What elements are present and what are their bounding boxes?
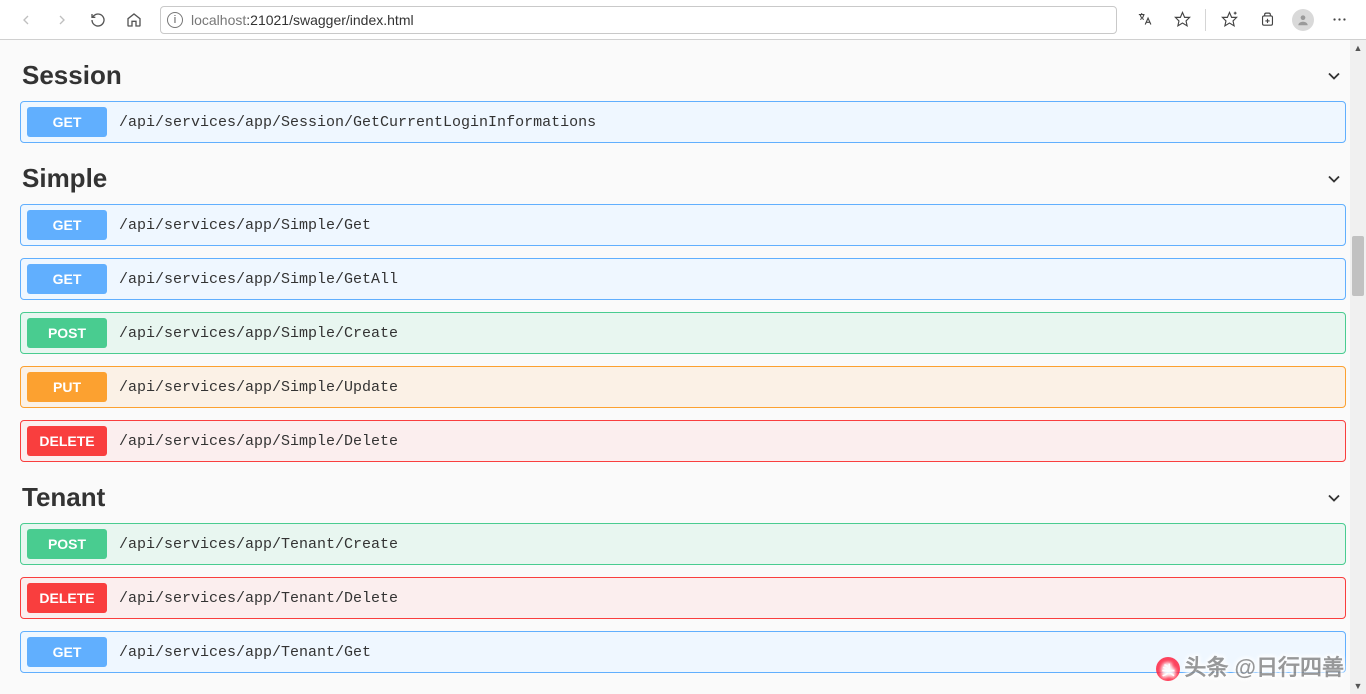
method-badge-post: POST (27, 529, 107, 559)
method-badge-delete: DELETE (27, 426, 107, 456)
method-badge-get: GET (27, 264, 107, 294)
operation-row[interactable]: GET/api/services/app/Simple/Get (20, 204, 1346, 246)
method-badge-post: POST (27, 318, 107, 348)
method-badge-get: GET (27, 107, 107, 137)
home-button[interactable] (120, 6, 148, 34)
operation-row[interactable]: GET/api/services/app/Tenant/Get (20, 631, 1346, 673)
operation-row[interactable]: POST/api/services/app/Simple/Create (20, 312, 1346, 354)
star-outline-icon (1174, 11, 1191, 28)
tag-title: Session (22, 60, 122, 91)
watermark-logo-icon: 头 (1156, 657, 1180, 681)
method-badge-get: GET (27, 637, 107, 667)
favorites-icon (1221, 11, 1238, 28)
tag-header[interactable]: Tenant (20, 482, 1346, 523)
chevron-down-icon (1324, 169, 1344, 189)
toolbar-right (1125, 5, 1358, 35)
chevron-down-icon (1324, 66, 1344, 86)
refresh-icon (90, 12, 106, 28)
collections-icon (1259, 11, 1276, 28)
arrow-right-icon (54, 12, 70, 28)
tag-title: Simple (22, 163, 107, 194)
scroll-up-arrow-icon[interactable]: ▲ (1350, 40, 1366, 56)
operation-row[interactable]: POST/api/services/app/Tenant/Create (20, 523, 1346, 565)
tag-header[interactable]: Simple (20, 163, 1346, 204)
watermark-text: 头条 @日行四善 (1184, 655, 1344, 680)
operation-row[interactable]: GET/api/services/app/Session/GetCurrentL… (20, 101, 1346, 143)
operation-path: /api/services/app/Simple/Update (119, 379, 398, 396)
address-bar[interactable]: i localhost:21021/swagger/index.html (160, 6, 1117, 34)
refresh-button[interactable] (84, 6, 112, 34)
browser-toolbar: i localhost:21021/swagger/index.html (0, 0, 1366, 40)
collections-button[interactable] (1252, 5, 1282, 35)
profile-button[interactable] (1292, 9, 1314, 31)
method-badge-put: PUT (27, 372, 107, 402)
tag-title: Tenant (22, 482, 105, 513)
page-viewport: Session GET/api/services/app/Session/GetC… (0, 40, 1366, 694)
translate-button[interactable] (1129, 5, 1159, 35)
more-icon (1331, 11, 1348, 28)
chevron-down-icon (1324, 488, 1344, 508)
method-badge-delete: DELETE (27, 583, 107, 613)
menu-button[interactable] (1324, 5, 1354, 35)
scroll-down-arrow-icon[interactable]: ▼ (1350, 678, 1366, 694)
operation-row[interactable]: GET/api/services/app/Simple/GetAll (20, 258, 1346, 300)
forward-button[interactable] (48, 6, 76, 34)
operation-path: /api/services/app/Simple/Create (119, 325, 398, 342)
operation-row[interactable]: PUT/api/services/app/Simple/Update (20, 366, 1346, 408)
tag-section: SimpleGET/api/services/app/Simple/GetGET… (20, 163, 1346, 462)
tag-header[interactable]: Session (20, 60, 1346, 101)
operation-path: /api/services/app/Session/GetCurrentLogi… (119, 114, 596, 131)
method-badge-get: GET (27, 210, 107, 240)
favorites-button[interactable] (1214, 5, 1244, 35)
arrow-left-icon (18, 12, 34, 28)
operation-row[interactable]: DELETE/api/services/app/Simple/Delete (20, 420, 1346, 462)
url-rest: :21021/swagger/index.html (246, 12, 413, 28)
back-button[interactable] (12, 6, 40, 34)
vertical-scrollbar[interactable]: ▲ ▼ (1350, 40, 1366, 694)
favorite-outline-button[interactable] (1167, 5, 1197, 35)
scroll-thumb[interactable] (1352, 236, 1364, 296)
operation-row[interactable]: DELETE/api/services/app/Tenant/Delete (20, 577, 1346, 619)
operation-path: /api/services/app/Tenant/Get (119, 644, 371, 661)
tag-section: Session GET/api/services/app/Session/GetC… (20, 60, 1346, 143)
operation-path: /api/services/app/Simple/Delete (119, 433, 398, 450)
person-icon (1296, 13, 1310, 27)
url-host: localhost (191, 12, 246, 28)
toolbar-divider (1205, 9, 1206, 31)
site-info-icon[interactable]: i (167, 12, 183, 28)
operation-path: /api/services/app/Simple/Get (119, 217, 371, 234)
tag-section: Tenant POST/api/services/app/Tenant/Creat… (20, 482, 1346, 673)
home-icon (126, 12, 142, 28)
operation-path: /api/services/app/Tenant/Create (119, 536, 398, 553)
operation-path: /api/services/app/Simple/GetAll (119, 271, 398, 288)
scroll-track[interactable] (1350, 56, 1366, 678)
translate-icon (1136, 11, 1153, 28)
watermark: 头头条 @日行四善 (1156, 650, 1344, 682)
operation-path: /api/services/app/Tenant/Delete (119, 590, 398, 607)
